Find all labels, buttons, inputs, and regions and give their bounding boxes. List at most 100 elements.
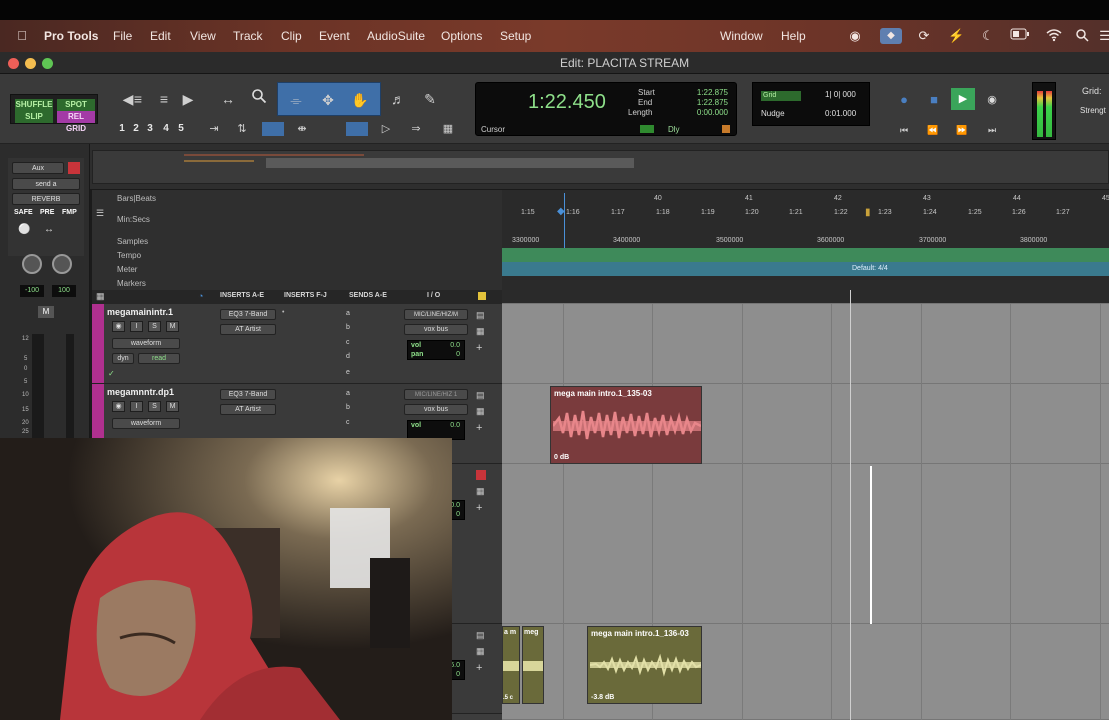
audio-clip-135[interactable]: mega main intro.1_135-03 0 dB <box>550 386 702 464</box>
clip-gain[interactable]: .5 c <box>503 695 513 701</box>
edit-window-tracks[interactable]: mega main intro.1_135-03 0 dB a m .5 c m… <box>502 290 1109 720</box>
meter-event[interactable]: Default: 4/4 <box>852 265 888 272</box>
wifi-icon[interactable] <box>1046 28 1062 44</box>
add-lane-icon[interactable]: + <box>476 662 482 674</box>
meter-lane[interactable] <box>502 262 1109 276</box>
solo-button[interactable]: S <box>148 401 161 412</box>
audio-clip-small-a[interactable]: a m .5 c <box>502 626 520 704</box>
pan-right-value[interactable]: 100 <box>52 285 76 297</box>
zoom-window-button[interactable] <box>42 58 53 69</box>
col-io[interactable]: I / O <box>427 292 440 299</box>
close-window-button[interactable] <box>8 58 19 69</box>
end-value[interactable]: 1:22.875 <box>688 98 728 107</box>
add-lane-icon[interactable]: + <box>476 502 482 514</box>
window-config-icon[interactable]: ▦ <box>436 118 460 140</box>
ruler-bars-beats-label[interactable]: Bars|Beats <box>117 194 156 203</box>
insert-a[interactable]: EQ3 7-Band <box>220 389 276 400</box>
main-counter[interactable]: 1:22.450 Start End Length 1:22.875 1:22.… <box>475 82 737 136</box>
clip-gain[interactable]: 0 dB <box>554 454 569 461</box>
output-selector[interactable]: vox bus <box>404 404 468 415</box>
send-d[interactable]: d <box>346 353 350 360</box>
go-to-end-button[interactable]: ⏭ <box>981 122 1003 138</box>
send-c[interactable]: c <box>346 419 350 426</box>
menu-file[interactable]: File <box>113 29 132 43</box>
accessibility-icon[interactable]: ◉ <box>847 28 863 44</box>
zoom-preset-5[interactable]: 5 <box>175 123 187 135</box>
mute-track-button[interactable]: M <box>166 321 179 332</box>
record-arm-icon[interactable] <box>476 470 486 480</box>
comment-icon[interactable]: ▦ <box>476 406 485 417</box>
audio-clip-small-b[interactable]: meg <box>522 626 544 704</box>
pencil-tool-icon[interactable]: ✎ <box>418 88 442 110</box>
return-to-zero-button[interactable]: ⏮ <box>893 122 915 138</box>
minimize-window-button[interactable] <box>25 58 36 69</box>
menu-edit[interactable]: Edit <box>150 29 171 43</box>
input-selector[interactable]: MIC/LINE/HIZ 1 <box>404 389 468 400</box>
aux-selector[interactable]: Aux <box>12 162 64 174</box>
comment-icon[interactable]: ▦ <box>476 326 485 337</box>
zoom-toggle-icon[interactable]: ↔ <box>216 88 240 110</box>
meter-view-icon[interactable]: ◔ <box>198 291 203 301</box>
nudge-value[interactable]: 0:01.000 <box>825 109 856 118</box>
ruler-menu-icon[interactable]: ☰ <box>96 208 104 219</box>
ruler-min-secs-label[interactable]: Min:Secs <box>117 215 150 224</box>
scrubber-tool-icon[interactable]: ♬ <box>386 88 410 110</box>
zoom-toggle-small-icon[interactable]: ⇒ <box>404 118 428 140</box>
track-active-icon[interactable]: ✓ <box>108 369 115 378</box>
keyboard-focus-icon[interactable]: ▷ <box>374 118 398 140</box>
track-megamainintr[interactable]: megamainintr.1 ◉ I S M waveform dyn read… <box>92 304 502 384</box>
midi-zoom-icon[interactable]: ≡ <box>152 88 176 110</box>
apple-icon[interactable]:  <box>14 28 30 44</box>
menu-options[interactable]: Options <box>441 29 482 43</box>
fmp-button[interactable]: FMP <box>62 209 77 216</box>
track-view-selector[interactable]: waveform <box>112 418 180 429</box>
grid-label[interactable]: Grid <box>761 91 801 101</box>
send-b[interactable]: b <box>346 404 350 411</box>
send-b[interactable]: b <box>346 324 350 331</box>
slip-mode-button[interactable]: SLIP <box>15 111 53 123</box>
playhead-marker-icon[interactable]: ◆ <box>557 206 565 217</box>
grabber-tool-icon[interactable]: ✋ <box>348 89 372 111</box>
vol-value[interactable]: 0.0 <box>440 342 460 349</box>
link-timeline-button[interactable] <box>262 122 284 136</box>
zoom-preset-3[interactable]: 3 <box>144 123 156 135</box>
link-icon[interactable]: ⚪ <box>18 224 30 235</box>
ruler-markers-label[interactable]: Markers <box>117 279 146 288</box>
menu-track[interactable]: Track <box>233 29 263 43</box>
insert-b[interactable]: AT Artist <box>220 404 276 415</box>
pan-left-knob[interactable] <box>22 254 42 274</box>
input-monitor-icon[interactable]: I <box>130 321 143 332</box>
track-list-menu-icon[interactable]: ▦ <box>96 291 105 302</box>
menu-setup[interactable]: Setup <box>500 29 531 43</box>
grid-value[interactable]: 1| 0| 000 <box>825 90 856 99</box>
vol-value[interactable]: 0.0 <box>440 422 460 429</box>
track-name[interactable]: megamainintr.1 <box>107 307 173 317</box>
play-button[interactable]: ▶ <box>951 88 975 110</box>
link-track-icon[interactable]: ⇼ <box>290 118 314 140</box>
track-color-bar[interactable] <box>92 304 104 383</box>
trim-tool-icon[interactable]: ⌯ <box>284 89 308 111</box>
add-lane-icon[interactable]: + <box>476 422 482 434</box>
shuffle-mode-button[interactable]: SHUFFLE <box>15 99 53 111</box>
mute-track-button[interactable]: M <box>166 401 179 412</box>
send-c[interactable]: c <box>346 339 350 346</box>
solo-button[interactable]: S <box>148 321 161 332</box>
moon-icon[interactable]: ☾ <box>980 28 996 44</box>
menu-help[interactable]: Help <box>781 29 806 43</box>
fader-track[interactable] <box>32 334 44 438</box>
midi-merge-indicator[interactable] <box>722 125 730 133</box>
selector-tool-icon[interactable]: ✥ <box>316 89 340 111</box>
mirrored-midi-icon[interactable]: ⇅ <box>230 118 254 140</box>
clip-gain[interactable]: -3.8 dB <box>591 694 614 701</box>
universe-overview[interactable] <box>0 144 1109 190</box>
insert-f-empty[interactable]: • <box>282 309 284 316</box>
comp-icon[interactable]: ▤ <box>476 310 485 321</box>
menu-app-name[interactable]: Pro Tools <box>44 29 98 43</box>
track-view-selector[interactable]: waveform <box>112 338 180 349</box>
fast-forward-button[interactable]: ⏩ <box>951 122 973 138</box>
ruler-meter-label[interactable]: Meter <box>117 265 137 274</box>
volume-pan-box[interactable]: vol 0.0 pan 0 <box>407 340 465 360</box>
spot-mode-button[interactable]: SPOT <box>57 99 95 111</box>
volume-box[interactable]: vol 0.0 <box>407 420 465 440</box>
insertion-follows-playback-button[interactable] <box>346 122 368 136</box>
